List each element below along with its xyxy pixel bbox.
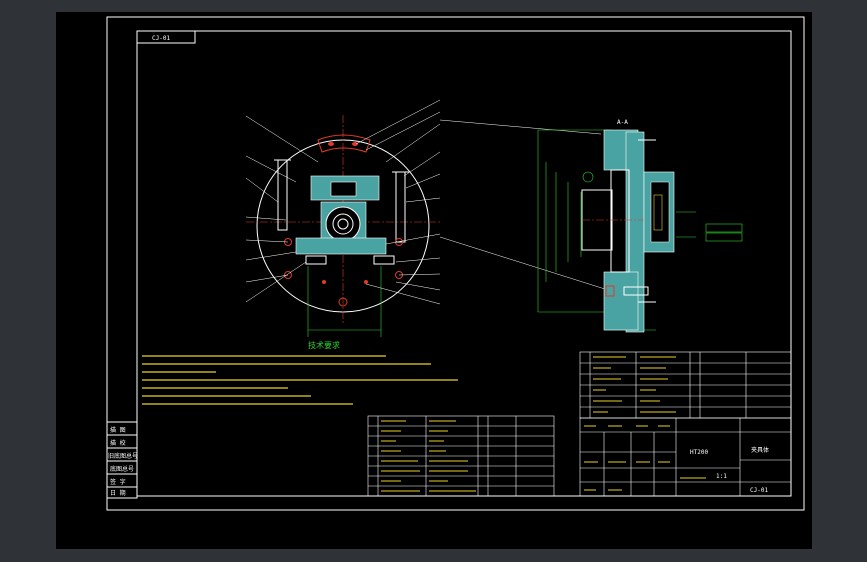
drawing-code-top: CJ-01	[152, 35, 170, 42]
section-view: A-A	[537, 119, 743, 333]
title-drawing-no: CJ-01	[750, 487, 768, 494]
front-view	[245, 99, 609, 337]
tech-requirements-title: 技术要求	[308, 340, 340, 350]
left-label-1: 描 图	[110, 426, 126, 434]
title-block	[579, 417, 792, 497]
left-label-3: 旧底图总号	[108, 452, 138, 460]
left-label-4: 底图总号	[110, 465, 134, 473]
left-label-2: 描 校	[110, 439, 126, 447]
tech-requirements-text	[142, 355, 458, 405]
parts-list-upper	[579, 351, 792, 419]
title-ratio: 1:1	[716, 473, 727, 480]
title-product: 夹具体	[751, 446, 769, 454]
section-label: A-A	[617, 119, 628, 126]
drawing-canvas[interactable]: CJ-01 描 图 描 校 旧底图总号 底图总号 签 字 日 期 A-A 技术要…	[56, 12, 812, 549]
parts-list-lower	[367, 415, 555, 497]
cad-drawing: CJ-01 描 图 描 校 旧底图总号 底图总号 签 字 日 期 A-A 技术要…	[106, 16, 805, 511]
title-material: HT200	[690, 449, 708, 456]
left-label-6: 日 期	[110, 489, 126, 497]
left-label-5: 签 字	[110, 478, 126, 486]
